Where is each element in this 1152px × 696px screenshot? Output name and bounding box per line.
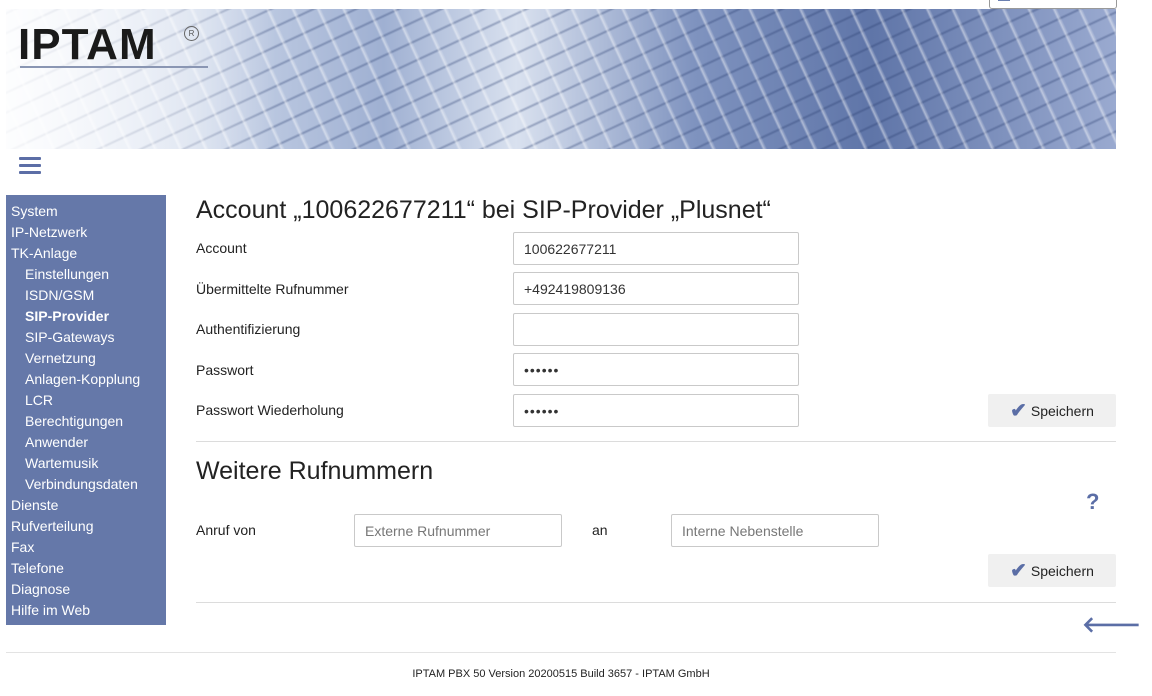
sidebar-item-sip-gateways[interactable]: SIP-Gateways	[6, 327, 166, 348]
number-label: Übermittelte Rufnummer	[196, 281, 349, 297]
sidebar-item-anwender[interactable]: Anwender	[6, 432, 166, 453]
sidebar-item-tk-anlage[interactable]: TK-Anlage	[6, 243, 166, 264]
to-label: an	[592, 522, 608, 538]
footer-text: IPTAM PBX 50 Version 20200515 Build 3657…	[412, 668, 710, 680]
logo-underline	[20, 66, 208, 68]
sidebar-item-ip-netzwerk[interactable]: IP-Netzwerk	[6, 222, 166, 243]
password-label: Passwort	[196, 362, 254, 378]
check-icon: ✔	[1010, 559, 1027, 582]
sidebar-item-anlagen-kopplung[interactable]: Anlagen-Kopplung	[6, 369, 166, 390]
call-from-label: Anruf von	[196, 522, 256, 538]
section-title-more-numbers: Weitere Rufnummern	[196, 457, 434, 485]
password-repeat-label: Passwort Wiederholung	[196, 402, 344, 418]
sidebar-item-dienste[interactable]: Dienste	[6, 495, 166, 516]
sidebar-item-fax[interactable]: Fax	[6, 537, 166, 558]
header-banner: IPTAM R	[6, 9, 1116, 149]
account-label: Account	[196, 240, 247, 256]
sidebar-item-hilfe-im-web[interactable]: Hilfe im Web	[6, 600, 166, 621]
hamburger-icon[interactable]	[19, 157, 41, 175]
sidebar-item-sip-provider[interactable]: SIP-Provider	[6, 306, 166, 327]
save-account-label: Speichern	[1030, 402, 1094, 419]
sidebar-item-rufverteilung[interactable]: Rufverteilung	[6, 516, 166, 537]
sidebar-item-diagnose[interactable]: Diagnose	[6, 579, 166, 600]
question-icon[interactable]: ?	[1086, 489, 1099, 515]
save-numbers-label: Speichern	[1030, 562, 1094, 579]
divider	[196, 441, 1116, 442]
transmitted-number-field[interactable]	[513, 272, 799, 305]
password-repeat-field[interactable]	[513, 394, 799, 427]
sidebar-nav: System IP-Netzwerk TK-Anlage Einstellung…	[6, 195, 166, 625]
registered-mark: R	[184, 26, 199, 41]
external-number-field[interactable]	[354, 514, 562, 547]
sidebar-item-lcr[interactable]: LCR	[6, 390, 166, 411]
page-title: Account „100622677211“ bei SIP-Provider …	[196, 196, 771, 224]
password-field[interactable]	[513, 353, 799, 386]
check-icon: ✔	[1010, 399, 1027, 422]
auth-label: Authentifizierung	[196, 321, 301, 337]
footer-divider	[6, 652, 1116, 653]
save-account-button[interactable]: ✔ Speichern	[988, 394, 1116, 427]
internal-extension-field[interactable]	[671, 514, 879, 547]
logo: IPTAM	[18, 20, 157, 69]
sidebar-item-berechtigungen[interactable]: Berechtigungen	[6, 411, 166, 432]
divider	[196, 602, 1116, 603]
sidebar-item-isdn-gsm[interactable]: ISDN/GSM	[6, 285, 166, 306]
sidebar-item-verbindungsdaten[interactable]: Verbindungsdaten	[6, 474, 166, 495]
top-widget[interactable]	[989, 0, 1117, 9]
sidebar-item-telefone[interactable]: Telefone	[6, 558, 166, 579]
arrow-left-icon[interactable]: 🡐	[1082, 612, 1141, 638]
account-field[interactable]	[513, 232, 799, 265]
widget-icon	[998, 0, 1010, 1]
sidebar-item-vernetzung[interactable]: Vernetzung	[6, 348, 166, 369]
sidebar-item-system[interactable]: System	[6, 201, 166, 222]
sidebar-item-einstellungen[interactable]: Einstellungen	[6, 264, 166, 285]
save-numbers-button[interactable]: ✔ Speichern	[988, 554, 1116, 587]
sidebar-item-wartemusik[interactable]: Wartemusik	[6, 453, 166, 474]
authentication-field[interactable]	[513, 313, 799, 346]
